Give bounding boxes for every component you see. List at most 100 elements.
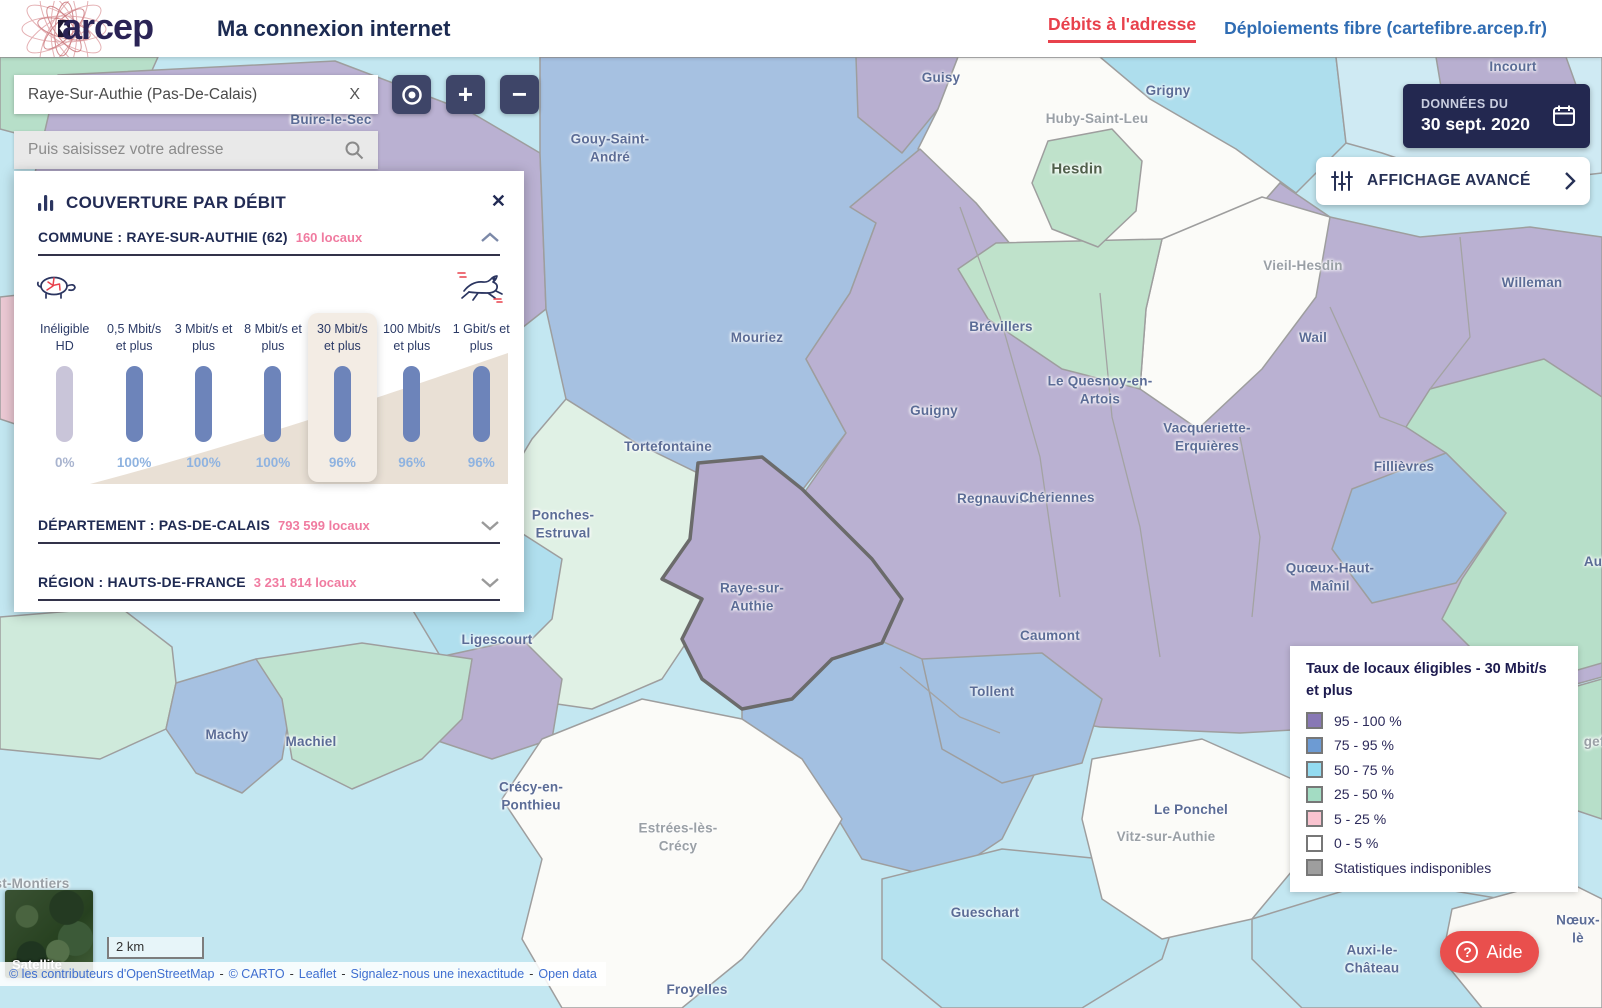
bar-value: 96%	[377, 455, 446, 470]
region-count: 3 231 814 locaux	[254, 575, 357, 590]
commune-search-input[interactable]	[28, 86, 345, 104]
bar-pill	[126, 366, 143, 442]
section-commune[interactable]: COMMUNE : RAYE-SUR-AUTHIE (62) 160 locau…	[38, 229, 500, 256]
locate-icon	[400, 83, 424, 107]
attribution-link-1[interactable]: © CARTO	[229, 967, 285, 981]
question-mark-icon: ?	[1456, 941, 1478, 963]
legend-swatch	[1306, 810, 1323, 827]
coverage-bar-5[interactable]: 100 Mbit/s et plus96%	[377, 313, 446, 482]
legend-swatch	[1306, 786, 1323, 803]
tab-debits-adresse[interactable]: Débits à l'adresse	[1048, 14, 1196, 43]
region-label: RÉGION : HAUTS-DE-FRANCE	[38, 574, 246, 590]
legend-title: Taux de locaux éligibles - 30 Mbit/s et …	[1306, 659, 1562, 703]
legend-item-5: 0 - 5 %	[1306, 831, 1562, 856]
bar-label: 1 Gbit/s et plus	[447, 321, 516, 357]
minus-icon: −	[512, 79, 527, 110]
bar-pill	[195, 366, 212, 442]
zoom-out-button[interactable]: −	[500, 75, 539, 114]
map-attribution: © les contributeurs d'OpenStreetMap-© CA…	[0, 962, 606, 986]
attribution-separator: -	[529, 967, 533, 981]
advanced-display-label: AFFICHAGE AVANCÉ	[1367, 172, 1531, 190]
departement-count: 793 599 locaux	[278, 518, 370, 533]
coverage-bar-6[interactable]: 1 Gbit/s et plus 96%	[447, 313, 516, 482]
bar-value: 100%	[169, 455, 238, 470]
legend-item-2: 50 - 75 %	[1306, 758, 1562, 783]
attribution-link-2[interactable]: Leaflet	[299, 967, 337, 981]
chevron-down-icon[interactable]	[480, 520, 500, 531]
coverage-panel: COUVERTURE PAR DÉBIT ✕ COMMUNE : RAYE-SU…	[14, 171, 524, 612]
header-nav: Débits à l'adresse Déploiements fibre (c…	[1048, 14, 1547, 43]
attribution-link-0[interactable]: © les contributeurs d'OpenStreetMap	[9, 967, 214, 981]
legend-items: 95 - 100 % 75 - 95 % 50 - 75 % 25 - 50 %5 -…	[1306, 709, 1562, 881]
coverage-panel-title: COUVERTURE PAR DÉBIT	[38, 193, 286, 213]
commune-count: 160 locaux	[296, 230, 363, 245]
arcep-logo-text: arcep	[62, 6, 153, 48]
locate-button[interactable]	[392, 75, 431, 114]
coverage-bars: Inéligible HD0%0,5 Mbit/s et plus100%3 M…	[30, 313, 516, 482]
map-scale-label: 2 km	[116, 939, 144, 954]
bar-label: 30 Mbit/s et plus	[308, 321, 377, 357]
legend-swatch	[1306, 737, 1323, 754]
chevron-up-icon[interactable]	[480, 232, 500, 243]
legend-swatch	[1306, 761, 1323, 778]
bar-pill	[334, 366, 351, 442]
legend-swatch	[1306, 712, 1323, 729]
map-scale: 2 km	[107, 937, 204, 959]
bar-label: 0,5 Mbit/s et plus	[99, 321, 168, 357]
legend-label: 95 - 100 %	[1334, 713, 1402, 729]
coverage-bar-4[interactable]: 30 Mbit/s et plus 96%	[308, 313, 377, 482]
search-icon	[344, 140, 364, 160]
legend-item-6: Statistiques indisponibles	[1306, 856, 1562, 881]
arcep-logo[interactable]: arcep	[0, 0, 205, 57]
advanced-display-button[interactable]: AFFICHAGE AVANCÉ	[1316, 157, 1590, 205]
map-legend: Taux de locaux éligibles - 30 Mbit/s et …	[1290, 646, 1578, 892]
commune-search-box: X	[14, 75, 378, 114]
bar-pill	[473, 366, 490, 442]
ma-connexion-internet-app: arcep Ma connexion internet Débits à l'a…	[0, 0, 1602, 1008]
page-title: Ma connexion internet	[217, 16, 450, 42]
section-region[interactable]: RÉGION : HAUTS-DE-FRANCE 3 231 814 locau…	[38, 574, 500, 601]
hare-fast-icon	[456, 267, 506, 303]
close-panel-icon[interactable]: ✕	[491, 191, 506, 212]
tab-deploiements-fibre[interactable]: Déploiements fibre (cartefibre.arcep.fr)	[1224, 18, 1547, 39]
legend-item-4: 5 - 25 %	[1306, 807, 1562, 832]
data-date-badge[interactable]: DONNÉES DU 30 sept. 2020	[1403, 84, 1590, 148]
bar-pill	[403, 366, 420, 442]
help-button[interactable]: ? Aide	[1440, 931, 1539, 973]
attribution-separator: -	[341, 967, 345, 981]
legend-label: 0 - 5 %	[1334, 835, 1378, 851]
bar-value: 96%	[308, 455, 377, 470]
legend-item-0: 95 - 100 %	[1306, 709, 1562, 734]
sliders-icon	[1330, 169, 1354, 193]
bar-value: 100%	[99, 455, 168, 470]
address-search-box	[14, 131, 378, 169]
chevron-down-icon[interactable]	[480, 577, 500, 588]
bar-label: 3 Mbit/s et plus	[169, 321, 238, 357]
coverage-bar-3[interactable]: 8 Mbit/s et plus100%	[238, 313, 307, 482]
legend-label: 75 - 95 %	[1334, 737, 1394, 753]
legend-label: 50 - 75 %	[1334, 762, 1394, 778]
coverage-bar-2[interactable]: 3 Mbit/s et plus 100%	[169, 313, 238, 482]
section-departement[interactable]: DÉPARTEMENT : PAS-DE-CALAIS 793 599 loca…	[38, 517, 500, 544]
legend-label: Statistiques indisponibles	[1334, 860, 1491, 876]
coverage-bar-0[interactable]: Inéligible HD0%	[30, 313, 99, 482]
chevron-right-icon	[1564, 171, 1576, 191]
attribution-link-3[interactable]: Signalez-nous une inexactitude	[350, 967, 524, 981]
zoom-in-button[interactable]: +	[446, 75, 485, 114]
clear-search-icon[interactable]: X	[345, 86, 364, 104]
bar-value: 0%	[30, 455, 99, 470]
bar-value: 100%	[238, 455, 307, 470]
coverage-bar-1[interactable]: 0,5 Mbit/s et plus 100%	[99, 313, 168, 482]
calendar-icon	[1551, 103, 1577, 129]
attribution-link-4[interactable]: Open data	[538, 967, 596, 981]
address-search-input[interactable]	[28, 141, 344, 159]
bar-pill	[56, 366, 73, 442]
bar-pill	[264, 366, 281, 442]
legend-swatch	[1306, 859, 1323, 876]
legend-item-3: 25 - 50 %	[1306, 782, 1562, 807]
attribution-separator: -	[290, 967, 294, 981]
bar-chart-icon	[38, 195, 56, 211]
legend-swatch	[1306, 835, 1323, 852]
departement-label: DÉPARTEMENT : PAS-DE-CALAIS	[38, 517, 270, 533]
bar-value: 96%	[447, 455, 516, 470]
